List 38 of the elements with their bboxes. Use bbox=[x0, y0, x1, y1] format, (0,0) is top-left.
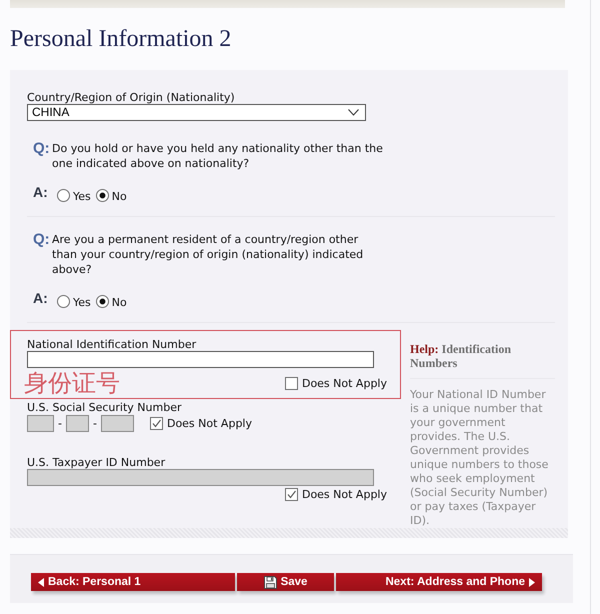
chevron-down-icon bbox=[348, 109, 359, 116]
radio-button[interactable] bbox=[57, 188, 70, 202]
checkbox[interactable] bbox=[284, 377, 298, 390]
caret-right-icon bbox=[529, 578, 535, 586]
question-text: Are you a permanent resident of a country/region other than your country/region of origin (nationality) indicated above? bbox=[52, 232, 364, 277]
field-label: National Identification Number bbox=[27, 338, 198, 351]
radio-button[interactable] bbox=[96, 294, 109, 308]
option-label: No bbox=[112, 296, 127, 308]
field-label: U.S. Social Security Number bbox=[27, 401, 182, 414]
checkbox-label: Does Not Apply bbox=[302, 377, 387, 390]
radio-button[interactable] bbox=[57, 294, 70, 308]
checkbox-label: Does Not Apply bbox=[302, 488, 387, 501]
checkbox-label: Does Not Apply bbox=[166, 417, 252, 430]
dropdown-value: CHINA bbox=[32, 105, 70, 120]
text-field[interactable] bbox=[27, 351, 374, 368]
field-label: Country/Region of Origin (Nationality) bbox=[27, 91, 236, 104]
next-button[interactable]: Next: Address and Phone bbox=[336, 573, 542, 591]
annotation-text: 身份证号 bbox=[24, 370, 120, 397]
help-heading: Help: Identification Numbers bbox=[410, 342, 555, 379]
field-label: U.S. Taxpayer ID Number bbox=[27, 456, 166, 469]
answer-marker: A: bbox=[33, 290, 49, 306]
radio-button[interactable] bbox=[96, 188, 109, 202]
save-button[interactable]: Save bbox=[237, 573, 334, 591]
answer-marker: A: bbox=[33, 184, 49, 200]
option-label: Yes bbox=[73, 296, 91, 308]
separator: - bbox=[92, 417, 97, 430]
country-dropdown[interactable]: CHINA bbox=[27, 104, 366, 121]
option-label: Yes bbox=[73, 190, 91, 202]
checkbox[interactable] bbox=[150, 417, 163, 430]
question-text: Do you hold or have you held any nationality other than the one indicated above on nationality? bbox=[52, 141, 384, 171]
help-text: Your National ID Number is a unique number that your government provides. The U.S. Government provides unique numbers to those who seek employment (Social Security Number) or pay taxes (Taxpayer ID). bbox=[410, 388, 550, 528]
back-button[interactable]: Back: Personal 1 bbox=[31, 573, 235, 591]
option-label: No bbox=[112, 190, 127, 202]
separator: - bbox=[58, 417, 62, 430]
question-marker: Q: bbox=[33, 232, 51, 247]
caret-left-icon bbox=[38, 578, 44, 586]
question-marker: Q: bbox=[33, 141, 51, 156]
page-title: Personal Information 2 bbox=[10, 25, 232, 53]
